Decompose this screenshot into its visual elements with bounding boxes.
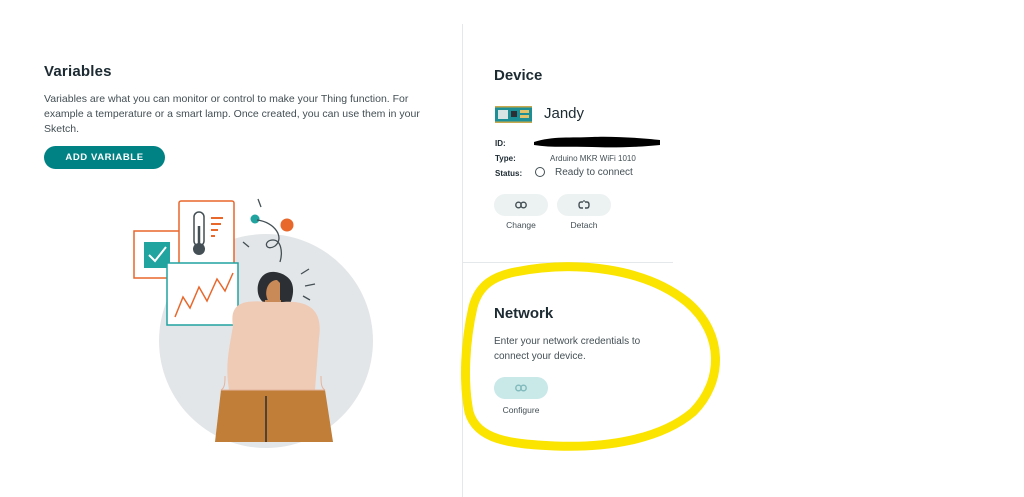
change-device-button[interactable] <box>494 194 548 216</box>
variables-panel: Variables Variables are what you can mon… <box>0 0 462 497</box>
change-device-label[interactable]: Change <box>494 220 548 230</box>
chart-icon <box>166 262 239 326</box>
teal-dot <box>250 214 260 224</box>
device-name: Jandy <box>544 105 585 122</box>
unlink-icon <box>578 200 590 209</box>
variables-illustration <box>133 198 373 448</box>
status-indicator-icon <box>535 167 545 177</box>
detach-device-label[interactable]: Detach <box>557 220 611 230</box>
spark-line <box>257 198 262 208</box>
configure-network-button[interactable] <box>494 377 548 399</box>
network-title: Network <box>494 305 554 322</box>
variables-title: Variables <box>44 63 112 80</box>
board-icon <box>495 106 532 123</box>
configure-network-label[interactable]: Configure <box>494 405 548 415</box>
device-status-label: Status: <box>495 169 523 178</box>
network-description: Enter your network credentials to connec… <box>494 336 641 362</box>
link-icon <box>515 384 527 392</box>
thermometer-icon <box>178 200 235 267</box>
device-type-label: Type: <box>495 154 516 163</box>
link-icon <box>515 201 527 209</box>
variables-description: Variables are what you can monitor or co… <box>44 93 420 135</box>
add-variable-button[interactable]: ADD VARIABLE <box>44 146 165 169</box>
horizontal-divider <box>463 262 673 263</box>
detach-device-button[interactable] <box>557 194 611 216</box>
device-type-value: Arduino MKR WiFi 1010 <box>550 154 636 163</box>
device-id-label: ID: <box>495 139 506 148</box>
device-status-value: Ready to connect <box>555 167 633 178</box>
orange-dot <box>280 218 294 232</box>
device-title: Device <box>494 67 543 84</box>
redaction-scribble <box>534 136 660 148</box>
